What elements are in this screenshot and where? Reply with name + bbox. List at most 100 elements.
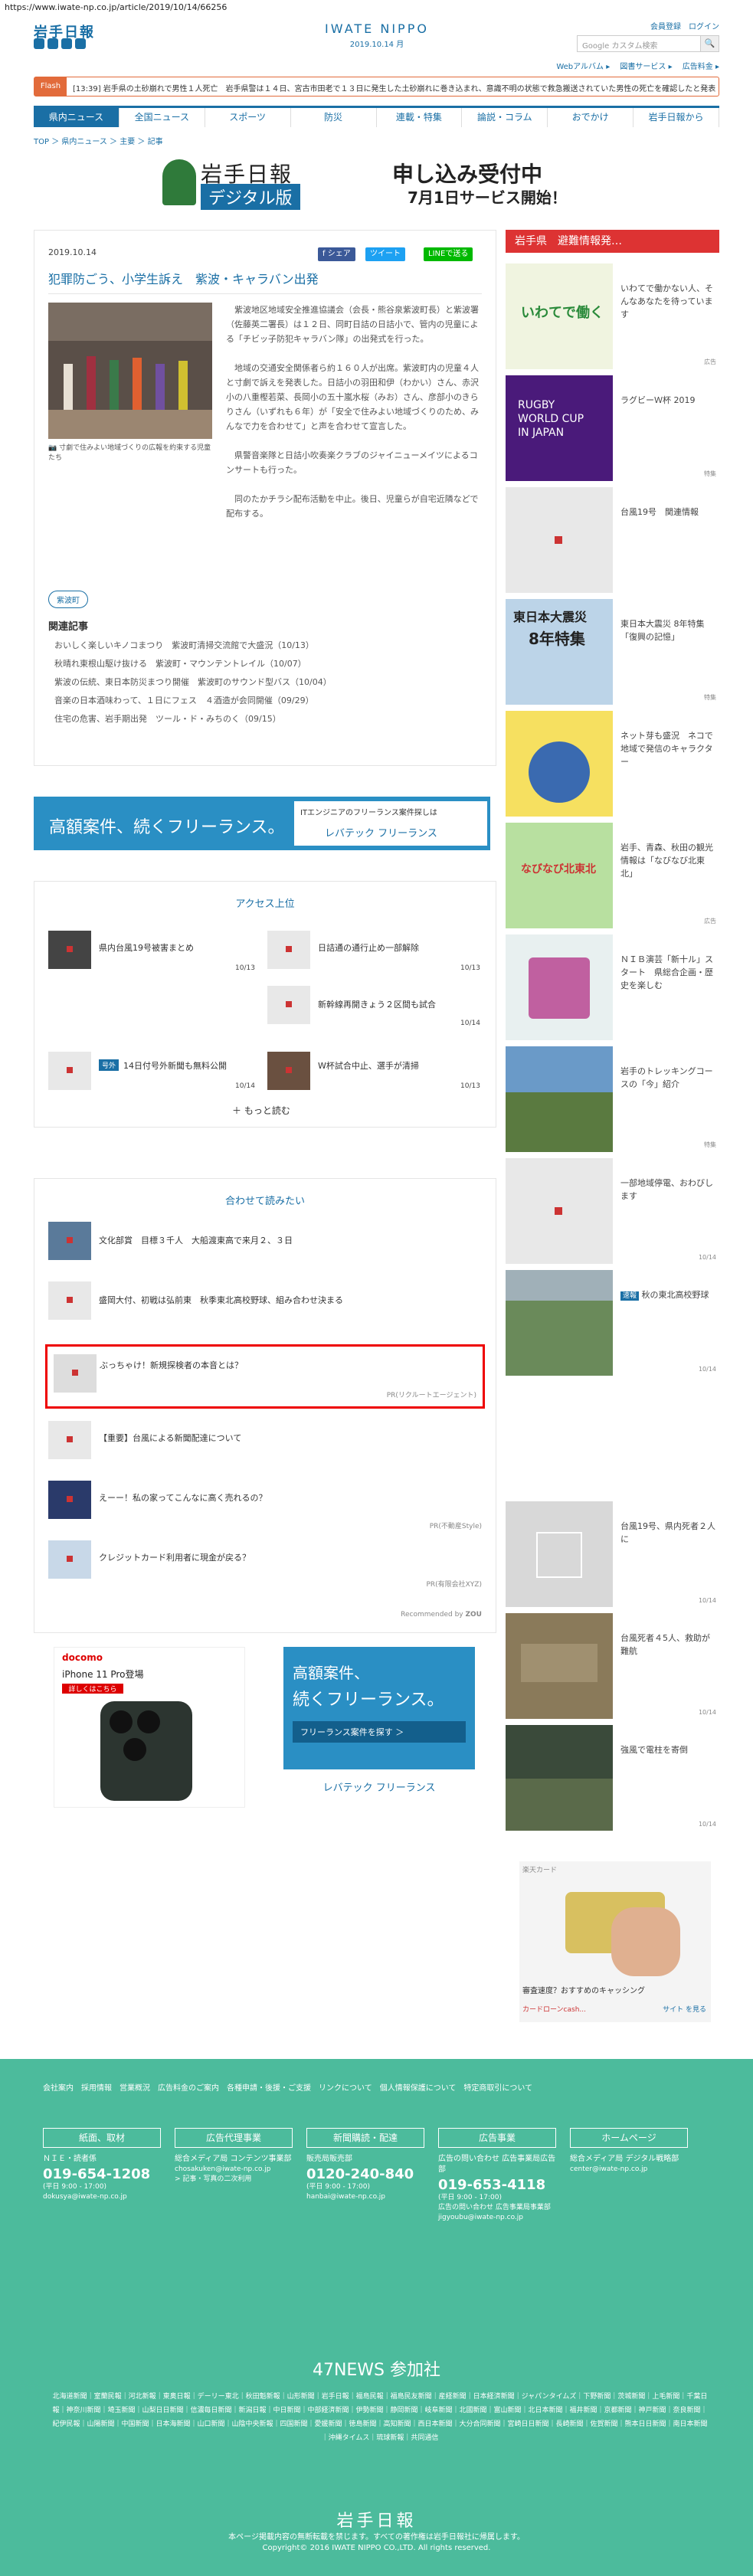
recommend-item[interactable]: ぶっちゃけ！新規探検者の本音とは？ bbox=[100, 1359, 243, 1371]
footer-col-heading[interactable]: 広告代理事業 bbox=[175, 2128, 293, 2148]
ranking-item[interactable]: 新幹線再開きょう２区間も試合 bbox=[318, 998, 436, 1010]
freelance-ad[interactable]: 高額案件、続くフリーランス。 ITエンジニアのフリーランス案件探しは レバテック… bbox=[34, 797, 490, 850]
twitter-icon[interactable] bbox=[34, 38, 44, 49]
side-item[interactable]: ＮＩＢ演芸「新十ル」スタート 県総合企画・歴史を楽しむ bbox=[506, 934, 719, 1042]
side-item[interactable]: 強風で電柱を寄倒 10/14 bbox=[506, 1725, 719, 1832]
phone-number[interactable]: 0120-240-840 bbox=[306, 2166, 424, 2182]
nav-item-features[interactable]: 連載・特集 bbox=[377, 108, 463, 127]
new-badge: 号外 bbox=[99, 1059, 119, 1071]
youtube-icon[interactable] bbox=[61, 38, 72, 49]
docomo-ad[interactable]: docomo iPhone 11 Pro登場 詳しくはこちら bbox=[54, 1647, 245, 1808]
twitter-share-button[interactable]: ツイート bbox=[365, 247, 405, 261]
breadcrumb[interactable]: TOP ＞ 県内ニュース ＞ 主要 ＞ 記事 bbox=[34, 135, 163, 146]
side-item[interactable]: なびなび北東北 岩手、青森、秋田の観光情報は「なびなび北東北」 広告 bbox=[506, 823, 719, 930]
nav-item-disaster[interactable]: 防災 bbox=[291, 108, 377, 127]
ranking-thumb[interactable] bbox=[267, 986, 310, 1024]
recommend-thumb[interactable] bbox=[48, 1421, 91, 1459]
phone-number[interactable]: 019-654-1208 bbox=[43, 2166, 161, 2182]
ranking-item[interactable]: 県内台風19号被害まとめ bbox=[99, 941, 194, 954]
phone-number[interactable]: 019-653-4118 bbox=[438, 2177, 556, 2193]
nav-item-from-iwate[interactable]: 岩手日報から bbox=[634, 108, 719, 127]
line-share-button[interactable]: LINEで送る bbox=[424, 247, 473, 261]
footer-col-heading[interactable]: ホームページ bbox=[570, 2128, 688, 2148]
recommend-item[interactable]: 文化部賞 目標３千人 大船渡東高で来月２、３日 bbox=[99, 1234, 293, 1246]
side-item[interactable]: 岩手のトレッキングコースの「今」紹介 特集 bbox=[506, 1046, 719, 1154]
footer-col-heading[interactable]: 新聞購読・配達 bbox=[306, 2128, 424, 2148]
freelance-ad-2[interactable]: 高額案件、 続くフリーランス。 フリーランス案件を探す ＞ レバテック フリーラ… bbox=[283, 1647, 475, 1808]
facebook-icon[interactable] bbox=[47, 38, 58, 49]
article-photo[interactable] bbox=[48, 303, 212, 439]
email-link[interactable]: chosakuken@iwate-np.co.jp bbox=[175, 2165, 293, 2175]
instagram-icon[interactable] bbox=[75, 38, 86, 49]
ranking-thumb[interactable] bbox=[267, 931, 310, 969]
side-item[interactable]: 一部地域停電、おわびします 10/14 bbox=[506, 1158, 719, 1265]
recommend-item[interactable]: クレジットカード利用者に現金が戻る？ bbox=[99, 1551, 250, 1563]
side-item[interactable]: いわてで働く いわてで働かない人、そんなあなたを待っています 広告 bbox=[506, 263, 719, 371]
ranking-thumb[interactable] bbox=[267, 1052, 310, 1090]
digital-banner[interactable]: 岩手日報 デジタル版 申し込み受付中 7月1日サービス開始！ bbox=[34, 150, 719, 211]
footer-col-heading[interactable]: 紙面、取材 bbox=[43, 2128, 161, 2148]
nav-item-column[interactable]: 論説・コラム bbox=[462, 108, 548, 127]
recommend-thumb[interactable] bbox=[48, 1222, 91, 1260]
footer-col: ホームページ 総合メディア局 デジタル戦略部 center@iwate-np.c… bbox=[570, 2128, 688, 2175]
ranking-item[interactable]: W杯試合中止、選手が清掃 bbox=[318, 1059, 419, 1072]
related-item[interactable]: 住宅の危害、岩手期出発 ツール・ド・みちのく（09/15） bbox=[54, 710, 483, 728]
recommend-item[interactable]: 【重要】台風による新聞配達について bbox=[99, 1432, 241, 1444]
email-link[interactable]: dokusya@iwate-np.co.jp bbox=[43, 2192, 161, 2202]
footer-col-heading[interactable]: 広告事業 bbox=[438, 2128, 556, 2148]
tag-button[interactable]: 紫波町 bbox=[48, 591, 88, 608]
ranking-thumb[interactable] bbox=[48, 931, 91, 969]
ranking-thumb[interactable] bbox=[48, 1052, 91, 1090]
footer-logo[interactable]: 岩手日報 bbox=[0, 2507, 753, 2532]
sidebar-header[interactable]: 岩手県 避難情報発… bbox=[506, 230, 719, 253]
ranking-item[interactable]: 14日付号外新聞も無料公開 bbox=[123, 1059, 227, 1072]
side-item[interactable]: 台風死者４5人、救助が難航 10/14 bbox=[506, 1613, 719, 1720]
masthead[interactable]: IWATE NIPPO 2019.10.14 月 bbox=[300, 21, 453, 49]
nav-item-sports[interactable]: スポーツ bbox=[205, 108, 291, 127]
card-ad[interactable]: 楽天カード 審査速度？おすすめのキャッシング カードローンcash... サイト… bbox=[519, 1861, 711, 2022]
related-item[interactable]: 紫波の伝統、東日本防災まつり開催 紫波町のサウンド型バス（10/04） bbox=[54, 673, 483, 692]
related-item[interactable]: おいしく楽しいキノコまつり 紫波町清掃交流館で大盛況（10/13） bbox=[54, 637, 483, 655]
nav-item-national[interactable]: 全国ニュース bbox=[119, 108, 205, 127]
recommend-thumb[interactable] bbox=[48, 1281, 91, 1320]
nav-item-outing[interactable]: おでかけ bbox=[548, 108, 634, 127]
recommend-item[interactable]: えーー！私の家ってこんなに高く売れるの？ bbox=[99, 1491, 267, 1504]
search-input[interactable]: Google カスタム検索 bbox=[582, 39, 657, 51]
nav-item-local[interactable]: 県内ニュース bbox=[34, 108, 119, 127]
address-bar[interactable]: https://www.iwate-np.co.jp/article/2019/… bbox=[0, 0, 753, 15]
email-link[interactable]: 広告の問い合わせ 広告事業局事業部 jigyoubu@iwate-np.co.j… bbox=[438, 2203, 556, 2223]
side-item[interactable]: 東日本大震災 8年特集 東日本大震災 8年特集「復興の記憶」 特集 bbox=[506, 599, 719, 706]
masthead-date: 2019.10.14 月 bbox=[349, 41, 404, 49]
side-item[interactable]: 台風19号、県内死者２人に 10/14 bbox=[506, 1501, 719, 1609]
login-link[interactable]: ログイン bbox=[689, 23, 719, 31]
related-item[interactable]: 秋晴れ東根山駆け抜ける 紫波町・マウンテントレイル（10/07） bbox=[54, 655, 483, 673]
email-link[interactable]: center@iwate-np.co.jp bbox=[570, 2165, 688, 2175]
recommend-thumb[interactable] bbox=[48, 1481, 91, 1519]
footer-links[interactable]: 会社案内 採用情報 営業概況 広告料金のご案内 各種申請・後援・ご支援 リンクに… bbox=[43, 2082, 717, 2096]
footer-col: 広告事業 広告の問い合わせ 広告事業局広告部 019-653-4118 (平日 … bbox=[438, 2128, 556, 2223]
flash-text[interactable]: [13:39] 岩手県の土砂崩れで男性１人死亡 岩手県警は１４日、宮古市田老で１… bbox=[73, 82, 716, 93]
register-link[interactable]: 会員登録 bbox=[650, 23, 681, 31]
side-item[interactable]: ネット芽も盛況 ネコで地域で発信のキャラクター bbox=[506, 711, 719, 818]
search-icon[interactable]: 🔍 bbox=[700, 36, 719, 51]
ranking-item[interactable]: 日詰通の通行止め一部解除 bbox=[318, 941, 419, 954]
side-item[interactable]: 速報 秋の東北高校野球 10/14 bbox=[506, 1270, 719, 1377]
pr-label: PR(有限会社XYZ) bbox=[426, 1581, 482, 1589]
search-box[interactable]: Google カスタム検索 🔍 bbox=[577, 35, 719, 52]
related-item[interactable]: 音楽の日本酒味わって、１日にフェス ４酒造が会同開催（09/29） bbox=[54, 692, 483, 710]
side-item[interactable]: RUGBY WORLD CUP IN JAPAN ラグビーＷ杯 2019 特集 bbox=[506, 375, 719, 483]
email-link[interactable]: hanbai@iwate-np.co.jp bbox=[306, 2192, 424, 2202]
flash-tag: Flash bbox=[34, 77, 67, 96]
recommend-title: 合わせて読みたい bbox=[224, 1196, 305, 1207]
pr-label: PR(不動産Style) bbox=[429, 1523, 482, 1530]
side-item[interactable]: 台風19号 関連情報 bbox=[506, 487, 719, 594]
flash-news[interactable]: Flash [13:39] 岩手県の土砂崩れで男性１人死亡 岩手県警は１４日、宮… bbox=[34, 77, 719, 97]
pr-highlight[interactable]: ぶっちゃけ！新規探検者の本音とは？ PR(リクルートエージェント) bbox=[45, 1344, 485, 1409]
recommend-thumb[interactable] bbox=[48, 1540, 91, 1579]
facebook-share-button[interactable]: f シェア bbox=[318, 247, 355, 261]
more-button[interactable]: ＋ もっと読む bbox=[232, 1104, 290, 1117]
member-papers[interactable]: 北海道新聞｜室蘭民報｜河北新報｜東奥日報｜デーリー東北｜秋田魁新報｜山形新聞｜岩… bbox=[51, 2390, 709, 2445]
recommend-item[interactable]: 盛岡大付、初戦は弘前東 秋季東北高校野球、組み合わせ決まる bbox=[99, 1294, 343, 1306]
sub-nav[interactable]: Webアルバム ▸ 図書サービス ▸ 広告料金 ▸ bbox=[556, 60, 719, 71]
reuse-link[interactable]: > 記事・写真の二次利用 bbox=[175, 2175, 293, 2185]
